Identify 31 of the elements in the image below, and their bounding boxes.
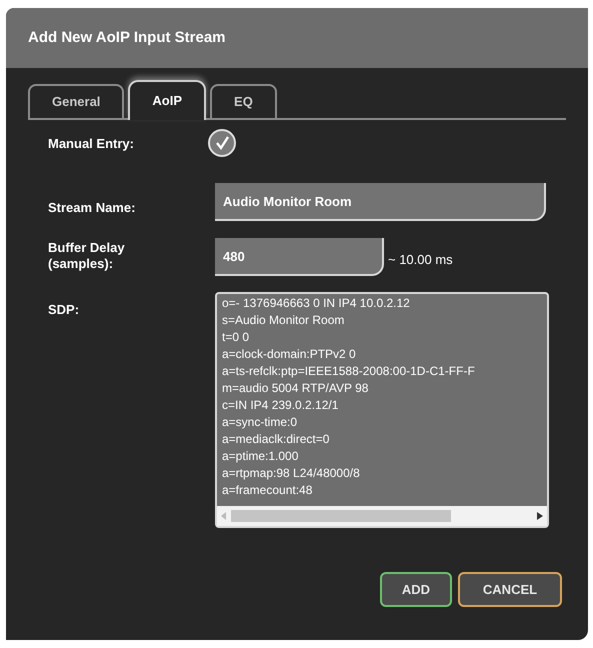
- tab[interactable]: EQ: [210, 84, 277, 118]
- sdp-line: a=mediaclk:direct=0: [222, 431, 330, 448]
- sdp-line: m=audio 5004 RTP/AVP 98: [222, 380, 370, 397]
- buffer-delay-field[interactable]: 480: [215, 238, 384, 276]
- scroll-right-icon[interactable]: [537, 512, 543, 520]
- field-label: Buffer Delay (samples):: [48, 240, 125, 272]
- horizontal-scrollbar[interactable]: [217, 506, 547, 526]
- tab[interactable]: General: [28, 84, 124, 118]
- checkmark-icon: [214, 135, 230, 151]
- dialog-title: Add New AoIP Input Stream: [28, 28, 226, 48]
- sdp-line: a=clock-domain:PTPv2 0: [222, 346, 357, 363]
- sdp-line: o=- 1376946663 0 IN IP4 10.0.2.12: [222, 295, 411, 312]
- sdp-line: a=ts-refclk:ptp=IEEE1588-2008:00-1D-C1-FF-F: [222, 363, 476, 380]
- sdp-line: t=0 0: [222, 329, 250, 346]
- stream-name-field[interactable]: Audio Monitor Room: [215, 183, 546, 221]
- sdp-line: a=ptime:1.000: [222, 448, 300, 465]
- field-label: Stream Name:: [48, 199, 136, 217]
- cancel-button[interactable]: CANCEL: [458, 572, 562, 607]
- field-label: Manual Entry:: [48, 135, 134, 153]
- sdp-line: a=sync-time:0: [222, 414, 298, 431]
- delay-reading: ~ 10.00 ms: [388, 251, 453, 269]
- field-label: SDP:: [48, 301, 80, 319]
- sdp-line: s=Audio Monitor Room: [222, 312, 346, 329]
- manual-entry-checkbox[interactable]: [208, 129, 236, 157]
- scrollbar-thumb[interactable]: [231, 510, 451, 522]
- add-button[interactable]: ADD: [380, 572, 452, 607]
- sdp-text-area[interactable]: [215, 292, 549, 528]
- sdp-line: a=framecount:48: [222, 482, 314, 499]
- sdp-line: c=IN IP4 239.0.2.12/1: [222, 397, 340, 414]
- sdp-line: a=rtpmap:98 L24/48000/8: [222, 465, 361, 482]
- tab[interactable]: AoIP: [128, 80, 206, 120]
